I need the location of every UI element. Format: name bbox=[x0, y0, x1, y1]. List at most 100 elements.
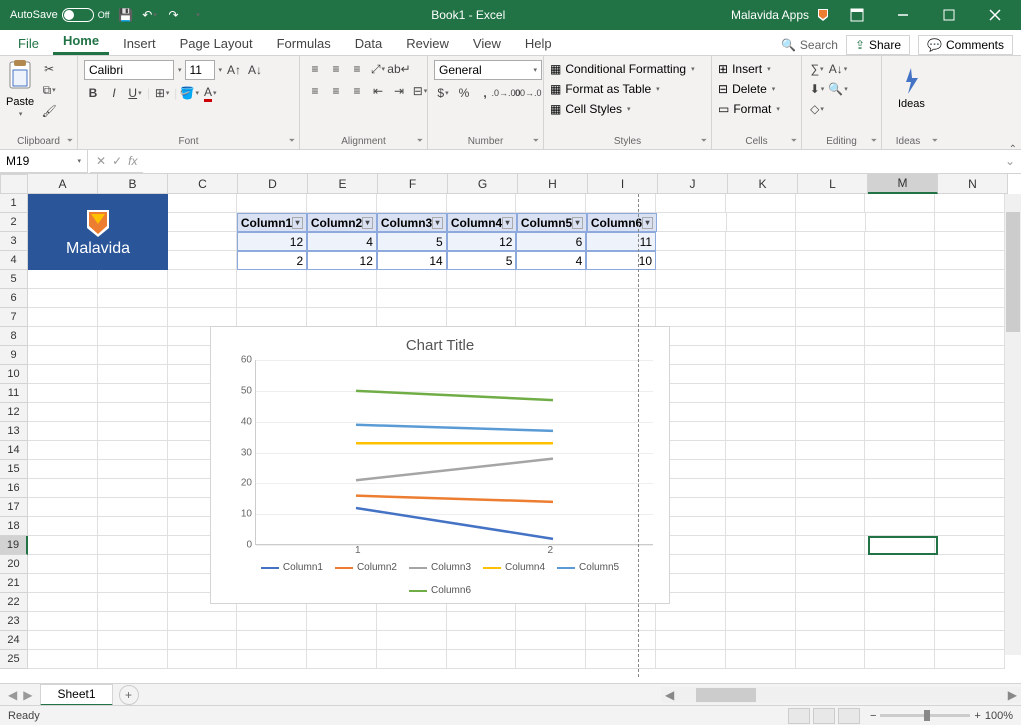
comments-button[interactable]: 💬Comments bbox=[918, 35, 1013, 55]
cell[interactable] bbox=[98, 308, 168, 327]
cell[interactable] bbox=[516, 270, 586, 289]
cell[interactable] bbox=[237, 308, 307, 327]
cell[interactable] bbox=[586, 289, 656, 308]
autosave-toggle[interactable]: AutoSave Off bbox=[10, 8, 110, 22]
cell[interactable] bbox=[935, 631, 1005, 650]
cell[interactable] bbox=[586, 650, 656, 669]
cell[interactable] bbox=[656, 289, 726, 308]
sheet-nav-prev-icon[interactable]: ◀ bbox=[8, 688, 17, 702]
increase-indent-icon[interactable]: ⇥ bbox=[390, 82, 408, 100]
cell[interactable] bbox=[935, 384, 1005, 403]
row-header[interactable]: 24 bbox=[0, 631, 28, 650]
column-header[interactable]: F bbox=[378, 174, 448, 194]
font-name-input[interactable] bbox=[84, 60, 174, 80]
cell[interactable] bbox=[168, 289, 238, 308]
cell[interactable] bbox=[168, 251, 238, 270]
cell[interactable] bbox=[516, 308, 586, 327]
cell[interactable] bbox=[796, 289, 866, 308]
cell[interactable] bbox=[377, 650, 447, 669]
select-all-button[interactable] bbox=[0, 174, 28, 194]
tab-data[interactable]: Data bbox=[345, 32, 392, 55]
column-header[interactable]: B bbox=[98, 174, 168, 194]
cell[interactable] bbox=[98, 612, 168, 631]
cell[interactable] bbox=[726, 593, 796, 612]
row-header[interactable]: 16 bbox=[0, 479, 28, 498]
column-header[interactable]: E bbox=[308, 174, 378, 194]
cell[interactable] bbox=[28, 593, 98, 612]
increase-font-icon[interactable]: A↑ bbox=[225, 61, 243, 79]
cell[interactable] bbox=[727, 213, 797, 232]
cell[interactable] bbox=[586, 631, 656, 650]
cell[interactable] bbox=[935, 194, 1005, 213]
cell[interactable] bbox=[935, 308, 1005, 327]
cell[interactable]: 12 bbox=[237, 232, 307, 251]
cell[interactable] bbox=[586, 308, 656, 327]
cell[interactable] bbox=[796, 536, 866, 555]
cell[interactable] bbox=[935, 346, 1005, 365]
row-header[interactable]: 20 bbox=[0, 555, 28, 574]
column-header[interactable]: K bbox=[728, 174, 798, 194]
cell[interactable]: Column4▾ bbox=[447, 213, 517, 232]
decrease-indent-icon[interactable]: ⇤ bbox=[369, 82, 387, 100]
decrease-font-icon[interactable]: A↓ bbox=[246, 61, 264, 79]
row-header[interactable]: 25 bbox=[0, 650, 28, 669]
orientation-icon[interactable]: ⤢▾ bbox=[369, 60, 387, 78]
filter-dropdown-icon[interactable]: ▾ bbox=[642, 217, 653, 229]
column-header[interactable]: H bbox=[518, 174, 588, 194]
cell[interactable] bbox=[28, 498, 98, 517]
row-header[interactable]: 23 bbox=[0, 612, 28, 631]
cell[interactable] bbox=[726, 403, 796, 422]
cell[interactable] bbox=[377, 308, 447, 327]
cell[interactable] bbox=[796, 517, 866, 536]
cell[interactable] bbox=[28, 536, 98, 555]
cell[interactable] bbox=[98, 384, 168, 403]
cell[interactable] bbox=[865, 232, 935, 251]
cell[interactable] bbox=[796, 650, 866, 669]
autosum-icon[interactable]: ∑▾ bbox=[808, 60, 826, 78]
name-box[interactable]: M19▾ bbox=[0, 150, 88, 173]
column-header[interactable]: I bbox=[588, 174, 658, 194]
cell[interactable] bbox=[865, 308, 935, 327]
cell[interactable] bbox=[935, 479, 1005, 498]
cell[interactable] bbox=[98, 270, 168, 289]
delete-cells-button[interactable]: ⊟Delete▾ bbox=[718, 80, 775, 98]
tab-help[interactable]: Help bbox=[515, 32, 562, 55]
cell[interactable] bbox=[28, 327, 98, 346]
cell[interactable] bbox=[796, 194, 866, 213]
row-header[interactable]: 13 bbox=[0, 422, 28, 441]
cell[interactable] bbox=[447, 308, 517, 327]
cell[interactable] bbox=[726, 308, 796, 327]
cell[interactable] bbox=[98, 460, 168, 479]
account-badge[interactable]: Malavida Apps bbox=[731, 7, 831, 23]
cell[interactable] bbox=[726, 270, 796, 289]
cell[interactable] bbox=[98, 593, 168, 612]
borders-icon[interactable]: ⊞▾ bbox=[153, 84, 171, 102]
ribbon-display-icon[interactable] bbox=[837, 0, 877, 30]
cell[interactable] bbox=[726, 346, 796, 365]
filter-dropdown-icon[interactable]: ▾ bbox=[432, 217, 443, 229]
fill-icon[interactable]: ⬇▾ bbox=[808, 80, 826, 98]
cell[interactable] bbox=[237, 270, 307, 289]
cell[interactable] bbox=[796, 612, 866, 631]
format-cells-button[interactable]: ▭Format▾ bbox=[718, 100, 780, 118]
cell[interactable] bbox=[865, 650, 935, 669]
row-header[interactable]: 5 bbox=[0, 270, 28, 289]
cell[interactable]: 2 bbox=[237, 251, 307, 270]
cell[interactable]: 11 bbox=[586, 232, 656, 251]
cell[interactable] bbox=[796, 213, 866, 232]
cell[interactable] bbox=[796, 232, 866, 251]
cell[interactable]: Column1▾ bbox=[237, 213, 307, 232]
cell[interactable] bbox=[237, 650, 307, 669]
cell[interactable] bbox=[726, 650, 796, 669]
tab-home[interactable]: Home bbox=[53, 29, 109, 55]
cell[interactable] bbox=[865, 555, 935, 574]
cell[interactable] bbox=[726, 194, 796, 213]
cell[interactable] bbox=[98, 441, 168, 460]
tab-insert[interactable]: Insert bbox=[113, 32, 166, 55]
row-header[interactable]: 18 bbox=[0, 517, 28, 536]
cell[interactable] bbox=[726, 536, 796, 555]
filter-dropdown-icon[interactable]: ▾ bbox=[362, 217, 373, 229]
cell[interactable] bbox=[935, 251, 1005, 270]
cell[interactable] bbox=[657, 213, 727, 232]
cell[interactable] bbox=[168, 232, 238, 251]
